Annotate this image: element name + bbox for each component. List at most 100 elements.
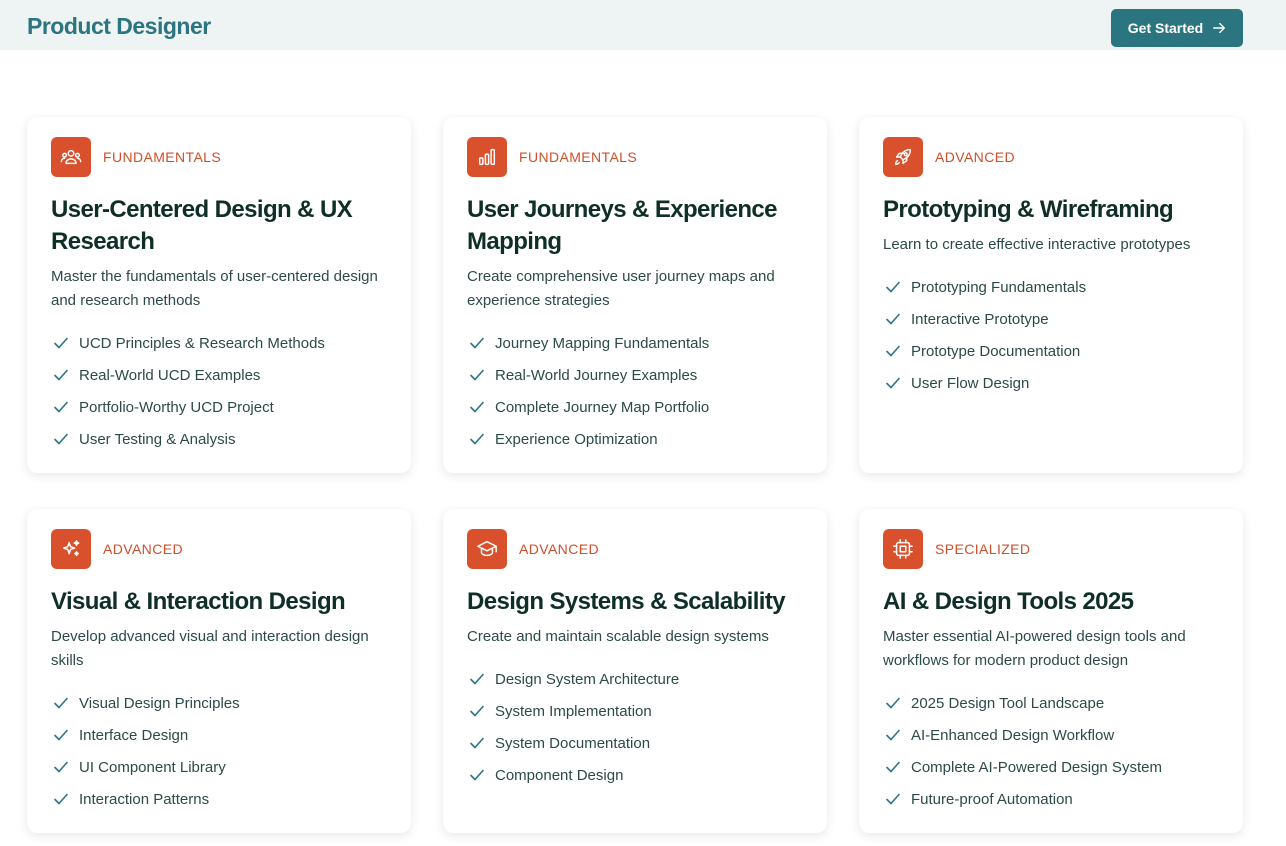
check-icon [54, 369, 68, 381]
card-description: Create and maintain scalable design syst… [467, 628, 769, 645]
feature-item: Prototyping Fundamentals [883, 271, 1219, 303]
card-description: Develop advanced visual and interaction … [51, 628, 369, 669]
feature-label: Journey Mapping Fundamentals [495, 334, 710, 352]
card-tag: SPECIALIZED [935, 541, 1031, 557]
feature-label: UI Component Library [79, 758, 226, 776]
get-started-label: Get Started [1127, 20, 1204, 36]
check-icon [886, 761, 900, 773]
bar-chart-icon [467, 137, 507, 177]
check-icon [886, 377, 900, 389]
feature-label: UCD Principles & Research Methods [79, 334, 325, 352]
feature-label: Interaction Patterns [79, 790, 210, 808]
card-description: Learn to create effective interactive pr… [883, 236, 1191, 253]
feature-list: 2025 Design Tool Landscape AI-Enhanced D… [883, 687, 1219, 815]
feature-item: UI Component Library [51, 751, 387, 783]
card-tag: FUNDAMENTALS [519, 149, 638, 165]
feature-item: AI-Enhanced Design Workflow [883, 719, 1219, 751]
feature-label: 2025 Design Tool Landscape [911, 694, 1105, 712]
feature-label: Portfolio-Worthy UCD Project [79, 398, 274, 416]
course-card-ucd[interactable]: FUNDAMENTALS User-Centered Design & UX R… [27, 117, 411, 473]
feature-item: Design System Architecture [467, 663, 803, 695]
feature-label: User Flow Design [911, 374, 1030, 392]
check-icon [54, 761, 68, 773]
feature-label: Real-World UCD Examples [79, 366, 261, 384]
check-icon [54, 793, 68, 805]
get-started-button[interactable]: Get Started [1111, 9, 1243, 47]
feature-label: System Documentation [495, 734, 651, 752]
course-card-journeys[interactable]: FUNDAMENTALS User Journeys & Experience … [443, 117, 827, 473]
cpu-icon [883, 529, 923, 569]
feature-item: Visual Design Principles [51, 687, 387, 719]
feature-item: Component Design [467, 759, 803, 791]
feature-item: Interactive Prototype [883, 303, 1219, 335]
feature-label: Prototyping Fundamentals [911, 278, 1087, 296]
check-icon [470, 337, 484, 349]
course-card-ai-tools[interactable]: SPECIALIZED AI & Design Tools 2025 Maste… [859, 509, 1243, 833]
feature-label: Visual Design Principles [79, 694, 240, 712]
feature-list: Visual Design Principles Interface Desig… [51, 687, 387, 815]
graduation-cap-icon [467, 529, 507, 569]
check-icon [470, 433, 484, 445]
feature-label: Design System Architecture [495, 670, 680, 688]
feature-item: System Implementation [467, 695, 803, 727]
card-title: Design Systems & Scalability [467, 588, 786, 615]
feature-label: System Implementation [495, 702, 652, 720]
feature-item: System Documentation [467, 727, 803, 759]
feature-item: Portfolio-Worthy UCD Project [51, 391, 387, 423]
arrow-right-icon [1213, 22, 1226, 34]
check-icon [886, 345, 900, 357]
check-icon [886, 729, 900, 741]
sparkles-icon [51, 529, 91, 569]
card-title: AI & Design Tools 2025 [883, 588, 1134, 615]
check-icon [886, 313, 900, 325]
check-icon [54, 337, 68, 349]
brand-title[interactable]: Product Designer [27, 13, 211, 40]
feature-list: Prototyping Fundamentals Interactive Pro… [883, 271, 1219, 399]
check-icon [54, 697, 68, 709]
card-title: User Journeys & Experience Mapping [467, 196, 777, 255]
feature-item: Prototype Documentation [883, 335, 1219, 367]
top-header: Product Designer Get Started [0, 0, 1286, 50]
feature-item: UCD Principles & Research Methods [51, 327, 387, 359]
feature-label: Complete Journey Map Portfolio [495, 398, 710, 416]
feature-list: Design System Architecture System Implem… [467, 663, 803, 791]
feature-item: Interaction Patterns [51, 783, 387, 815]
course-card-prototyping[interactable]: ADVANCED Prototyping & Wireframing Learn… [859, 117, 1243, 473]
feature-item: Real-World Journey Examples [467, 359, 803, 391]
feature-label: Interface Design [79, 726, 189, 744]
feature-item: User Flow Design [883, 367, 1219, 399]
check-icon [470, 369, 484, 381]
feature-item: Real-World UCD Examples [51, 359, 387, 391]
card-description: Master essential AI-powered design tools… [883, 628, 1186, 669]
check-icon [470, 401, 484, 413]
check-icon [470, 737, 484, 749]
card-description: Master the fundamentals of user-centered… [51, 268, 378, 309]
check-icon [886, 793, 900, 805]
card-title: Prototyping & Wireframing [883, 196, 1174, 223]
feature-label: Complete AI-Powered Design System [911, 758, 1162, 776]
feature-item: Experience Optimization [467, 423, 803, 455]
card-tag: ADVANCED [935, 149, 1015, 165]
course-card-visual[interactable]: ADVANCED Visual & Interaction Design Dev… [27, 509, 411, 833]
check-icon [470, 705, 484, 717]
feature-item: Future-proof Automation [883, 783, 1219, 815]
feature-item: Interface Design [51, 719, 387, 751]
feature-item: Journey Mapping Fundamentals [467, 327, 803, 359]
feature-item: Complete AI-Powered Design System [883, 751, 1219, 783]
feature-item: Complete Journey Map Portfolio [467, 391, 803, 423]
check-icon [470, 673, 484, 685]
rocket-icon [883, 137, 923, 177]
feature-list: Journey Mapping Fundamentals Real-World … [467, 327, 803, 455]
feature-label: Component Design [495, 766, 624, 784]
feature-label: Prototype Documentation [911, 342, 1081, 360]
feature-label: AI-Enhanced Design Workflow [911, 726, 1115, 744]
check-icon [54, 433, 68, 445]
check-icon [54, 401, 68, 413]
feature-label: Experience Optimization [495, 430, 658, 448]
card-title: User-Centered Design & UX Research [51, 196, 353, 255]
course-card-design-systems[interactable]: ADVANCED Design Systems & Scalability Cr… [443, 509, 827, 833]
check-icon [886, 697, 900, 709]
feature-label: Real-World Journey Examples [495, 366, 698, 384]
card-tag: FUNDAMENTALS [103, 149, 222, 165]
card-description: Create comprehensive user journey maps a… [467, 268, 775, 309]
